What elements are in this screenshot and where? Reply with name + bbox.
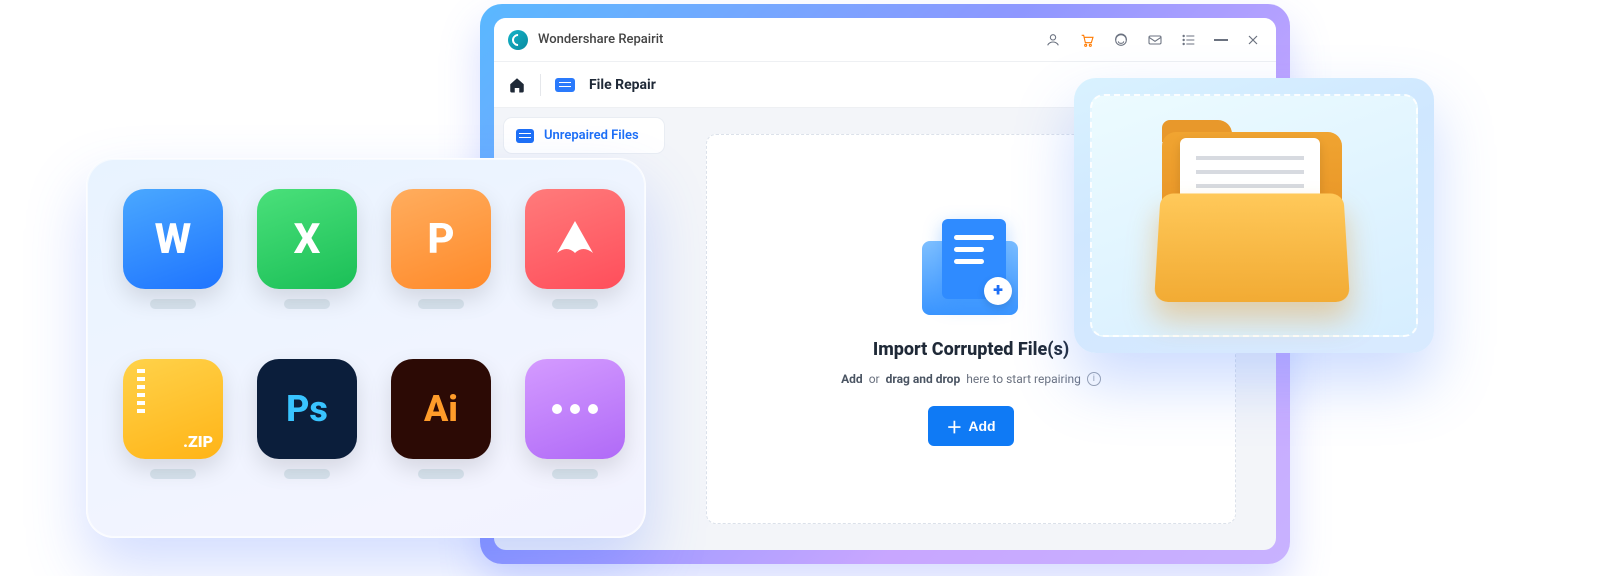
filetype-more[interactable]	[525, 359, 625, 507]
import-illustration: +	[916, 213, 1026, 323]
info-icon[interactable]: i	[1087, 372, 1101, 386]
zip-ext: .ZIP	[183, 432, 213, 451]
user-icon[interactable]	[1044, 31, 1062, 49]
ai-letters: Ai	[424, 388, 458, 430]
titlebar: Wondershare Repairit	[494, 18, 1276, 62]
document-icon	[516, 129, 534, 143]
titlebar-actions	[1044, 31, 1262, 49]
pdf-icon	[525, 189, 625, 289]
filetype-photoshop[interactable]: Ps	[257, 359, 357, 507]
filetype-excel[interactable]: X	[257, 189, 357, 337]
support-icon[interactable]	[1112, 31, 1130, 49]
label-stub	[418, 299, 464, 309]
add-button[interactable]: ＋ Add	[928, 406, 1013, 446]
filetype-powerpoint[interactable]: P	[391, 189, 491, 337]
filetype-word[interactable]: W	[123, 189, 223, 337]
powerpoint-icon: P	[391, 189, 491, 289]
app-logo-icon	[508, 30, 528, 50]
file-repair-icon	[555, 78, 575, 92]
sidebar-item-unrepaired[interactable]: Unrepaired Files	[504, 118, 664, 153]
photoshop-icon: Ps	[257, 359, 357, 459]
dz-sub-tail: here to start repairing	[966, 372, 1081, 386]
breadcrumb-label: File Repair	[589, 77, 656, 93]
word-icon: W	[123, 189, 223, 289]
dropzone-title: Import Corrupted File(s)	[873, 339, 1069, 360]
ppt-letter: P	[427, 215, 454, 264]
plus-icon: ＋	[946, 414, 962, 438]
label-stub	[150, 299, 196, 309]
cart-icon[interactable]	[1078, 31, 1096, 49]
folder-drop-card[interactable]	[1074, 78, 1434, 353]
zip-icon: .ZIP	[123, 359, 223, 459]
label-stub	[552, 299, 598, 309]
excel-icon: X	[257, 189, 357, 289]
folder-dashed-area	[1090, 94, 1418, 337]
close-button[interactable]	[1244, 31, 1262, 49]
minimize-button[interactable]	[1214, 39, 1228, 41]
filetype-illustrator[interactable]: Ai	[391, 359, 491, 507]
filetype-pdf[interactable]	[525, 189, 625, 337]
word-letter: W	[155, 215, 192, 264]
separator	[540, 74, 541, 96]
mail-icon[interactable]	[1146, 31, 1164, 49]
plus-badge-icon: +	[984, 277, 1012, 305]
filetype-zip[interactable]: .ZIP	[123, 359, 223, 507]
file-types-card: W X P .ZIP Ps	[86, 158, 646, 538]
illustrator-icon: Ai	[391, 359, 491, 459]
label-stub	[150, 469, 196, 479]
dropzone-subtitle: Add or drag and drop here to start repai…	[841, 372, 1101, 386]
add-button-label: Add	[968, 418, 995, 434]
label-stub	[418, 469, 464, 479]
label-stub	[284, 469, 330, 479]
list-icon[interactable]	[1180, 31, 1198, 49]
app-title: Wondershare Repairit	[538, 32, 663, 47]
home-icon[interactable]	[508, 76, 526, 94]
dz-sub-add: Add	[841, 372, 863, 386]
dz-sub-or: or	[869, 372, 880, 386]
folder-icon	[1154, 126, 1354, 306]
excel-letter: X	[294, 215, 321, 264]
sidebar-item-label: Unrepaired Files	[544, 128, 639, 143]
more-icon	[525, 359, 625, 459]
dz-sub-drag: drag and drop	[886, 372, 961, 386]
label-stub	[552, 469, 598, 479]
ps-letters: Ps	[286, 388, 328, 430]
label-stub	[284, 299, 330, 309]
